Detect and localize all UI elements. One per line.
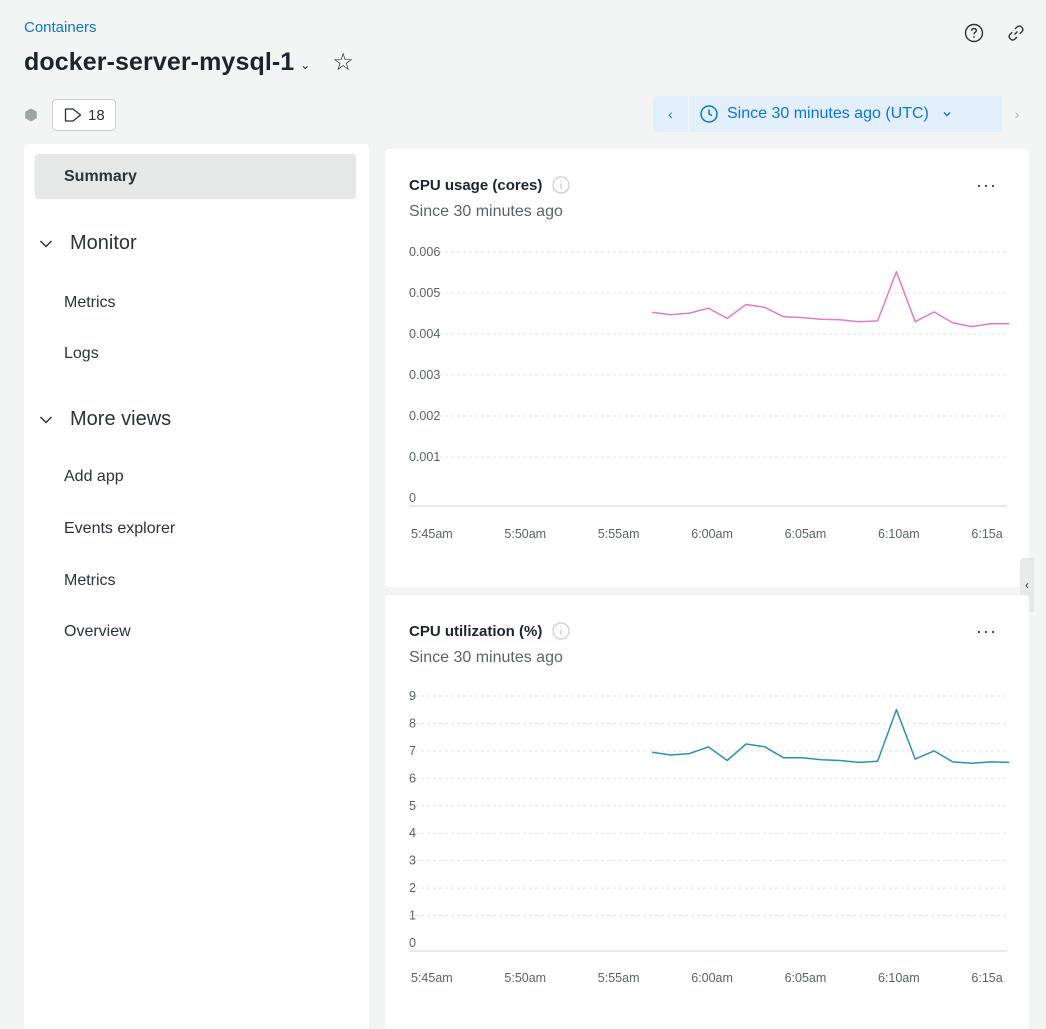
tags-button[interactable]: 18 xyxy=(52,99,116,131)
top-actions xyxy=(958,17,1032,49)
help-icon xyxy=(964,23,984,43)
x-tick-label: 5:50am xyxy=(504,527,546,541)
x-tick-label: 5:55am xyxy=(598,527,640,541)
breadcrumb[interactable]: Containers xyxy=(24,19,97,36)
time-range-label: Since 30 minutes ago (UTC) xyxy=(727,105,929,122)
sidebar-item-add-app[interactable]: Add app xyxy=(35,454,356,499)
y-tick-label: 7 xyxy=(409,744,416,758)
time-prev-button[interactable]: ‹ xyxy=(653,96,688,132)
y-tick-label: 0.001 xyxy=(409,450,440,464)
sidebar-item-logs[interactable]: Logs xyxy=(35,331,356,376)
sidebar-item-metrics[interactable]: Metrics xyxy=(35,280,356,325)
page-header: Containers docker-server-mysql-1 ⌄ ☆ 18 … xyxy=(0,0,1046,140)
x-tick-label: 6:10am xyxy=(878,971,920,985)
sidebar: Summary Monitor Metrics Logs More views … xyxy=(24,144,369,1029)
x-tick-label: 6:05am xyxy=(785,971,827,985)
entity-status-icon xyxy=(25,108,37,122)
y-tick-label: 8 xyxy=(409,716,416,730)
cpu-utilization-card: CPU utilization (%) Since 30 minutes ago… xyxy=(385,595,1029,1029)
y-tick-label: 9 xyxy=(409,689,416,703)
time-next-button[interactable]: › xyxy=(1002,96,1032,132)
x-tick-label: 5:45am xyxy=(411,971,453,985)
page-title[interactable]: docker-server-mysql-1 xyxy=(24,48,294,77)
sidebar-group-label: More views xyxy=(70,408,172,430)
star-icon[interactable]: ☆ xyxy=(332,48,354,77)
cpu-usage-card: CPU usage (cores) Since 30 minutes ago ·… xyxy=(385,149,1029,587)
x-tick-label: 6:00am xyxy=(691,971,733,985)
link-icon xyxy=(1008,25,1024,41)
y-tick-label: 2 xyxy=(409,881,416,895)
y-tick-label: 5 xyxy=(409,799,416,813)
series-line xyxy=(651,270,1010,328)
x-tick-label: 6:15a xyxy=(971,971,1002,985)
chevron-left-icon: ‹ xyxy=(1025,578,1029,592)
x-tick-label: 6:10am xyxy=(878,527,920,541)
cpu-utilization-chart: 0 1 2 3 4 5 6 7 8 9 5:45am 5:50am 5:55am 6:00am 6:05am… xyxy=(409,689,1010,985)
y-tick-label: 4 xyxy=(409,826,416,840)
y-tick-label: 0.005 xyxy=(409,286,440,300)
chevron-down-icon xyxy=(39,415,53,424)
y-tick-label: 0.006 xyxy=(409,245,440,259)
x-tick-label: 5:55am xyxy=(598,971,640,985)
y-tick-label: 0 xyxy=(409,936,416,950)
cpu-usage-chart: 0 0.001 0.002 0.003 0.004 0.005 0.006 5:45am 5:5… xyxy=(409,245,1010,541)
tag-icon xyxy=(64,108,82,122)
y-tick-label: 1 xyxy=(409,909,416,923)
help-button[interactable] xyxy=(958,17,990,49)
sidebar-item-overview[interactable]: Overview xyxy=(35,609,356,654)
tag-count: 18 xyxy=(88,106,105,124)
sidebar-item-metrics-view[interactable]: Metrics xyxy=(35,558,356,603)
copy-link-button[interactable] xyxy=(1000,17,1032,49)
chevron-right-icon: › xyxy=(1014,106,1020,122)
sidebar-item-events-explorer[interactable]: Events explorer xyxy=(35,506,356,551)
time-range-selector[interactable]: Since 30 minutes ago (UTC) xyxy=(689,96,1002,132)
sidebar-group-label: Monitor xyxy=(70,232,137,254)
chevron-down-icon xyxy=(943,112,951,117)
entity-row: 18 xyxy=(24,99,116,131)
time-picker: ‹ Since 30 minutes ago (UTC) › xyxy=(653,96,1033,132)
y-tick-label: 3 xyxy=(409,854,416,868)
chevron-down-icon[interactable]: ⌄ xyxy=(300,58,310,72)
sidebar-group-monitor[interactable]: Monitor xyxy=(38,232,137,255)
x-tick-label: 5:45am xyxy=(411,527,453,541)
x-tick-label: 6:05am xyxy=(785,527,827,541)
sidebar-group-more-views[interactable]: More views xyxy=(38,408,171,431)
chevron-down-icon xyxy=(39,239,53,248)
sidebar-item-summary[interactable]: Summary xyxy=(35,154,356,199)
series-line xyxy=(651,708,1010,764)
y-tick-label: 0.003 xyxy=(409,368,440,382)
clock-icon xyxy=(700,105,718,123)
title-row: docker-server-mysql-1 ⌄ ☆ xyxy=(24,48,354,77)
y-tick-label: 0 xyxy=(409,491,416,505)
y-tick-label: 0.002 xyxy=(409,409,440,423)
x-tick-label: 6:15a xyxy=(971,527,1002,541)
chevron-left-icon: ‹ xyxy=(668,106,673,122)
x-tick-label: 6:00am xyxy=(691,527,733,541)
x-tick-label: 5:50am xyxy=(504,971,546,985)
y-tick-label: 6 xyxy=(409,771,416,785)
y-tick-label: 0.004 xyxy=(409,327,440,341)
